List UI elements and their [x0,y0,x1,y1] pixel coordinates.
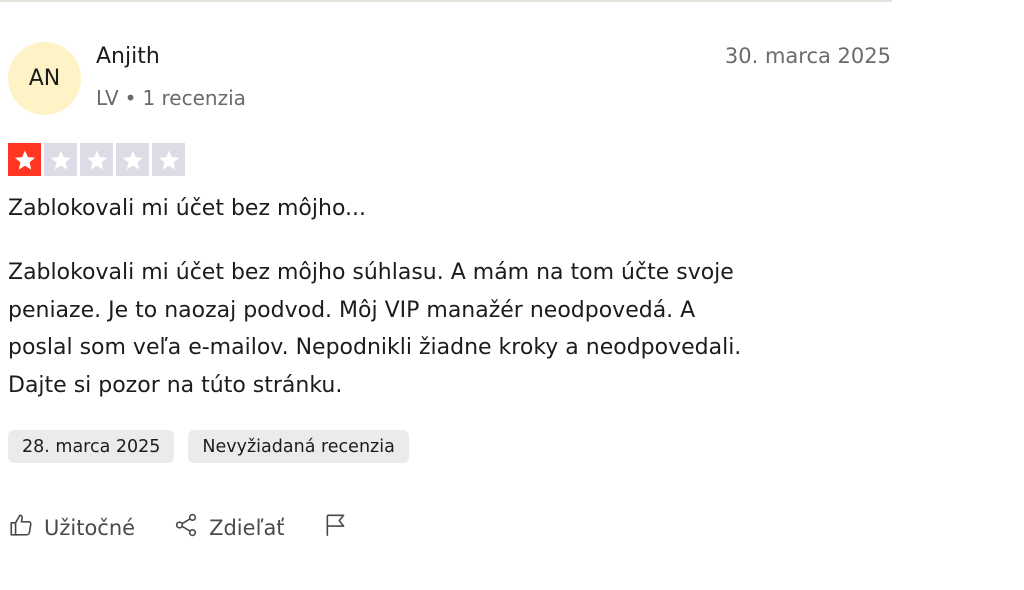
share-icon [173,512,199,543]
star-icon [80,143,113,176]
top-divider [0,0,892,2]
star-icon [152,143,185,176]
star-icon [116,143,149,176]
star-rating [8,143,185,176]
review-chips: 28. marca 2025 Nevyžiadaná recenzia [8,430,409,463]
review-body: Zablokovali mi účet bez môjho súhlasu. A… [8,254,888,404]
author-name[interactable]: Anjith [96,44,160,69]
separator-dot: • [124,86,137,110]
author-review-count: 1 recenzia [142,86,246,110]
report-button[interactable] [323,512,349,543]
experience-date-badge: 28. marca 2025 [8,430,175,463]
share-label: Zdieľať [209,515,285,540]
review-date: 30. marca 2025 [724,44,891,68]
flag-icon [323,512,349,543]
star-icon [8,143,41,176]
avatar-initials: AN [28,66,61,91]
review-body-line: Dajte si pozor na túto stránku. [8,372,343,398]
star-icon [44,143,77,176]
review-body-line: poslal som veľa e-mailov. Nepodnikli žia… [8,335,742,360]
review-actions: Užitočné Zdieľať [8,512,387,543]
thumbs-up-icon [8,512,34,543]
useful-button[interactable]: Užitočné [8,512,135,543]
author-meta: LV • 1 recenzia [96,86,246,110]
review-body-line: peniaze. Je to naozaj podvod. Môj VIP ma… [8,297,696,323]
useful-label: Užitočné [44,515,136,540]
author-country: LV [96,86,119,110]
unsolicited-review-badge[interactable]: Nevyžiadaná recenzia [188,430,409,463]
share-button[interactable]: Zdieľať [173,512,285,543]
review-title[interactable]: Zablokovali mi účet bez môjho... [8,196,366,221]
review-body-line: Zablokovali mi účet bez môjho súhlasu. A… [8,260,734,285]
avatar[interactable]: AN [8,42,81,115]
